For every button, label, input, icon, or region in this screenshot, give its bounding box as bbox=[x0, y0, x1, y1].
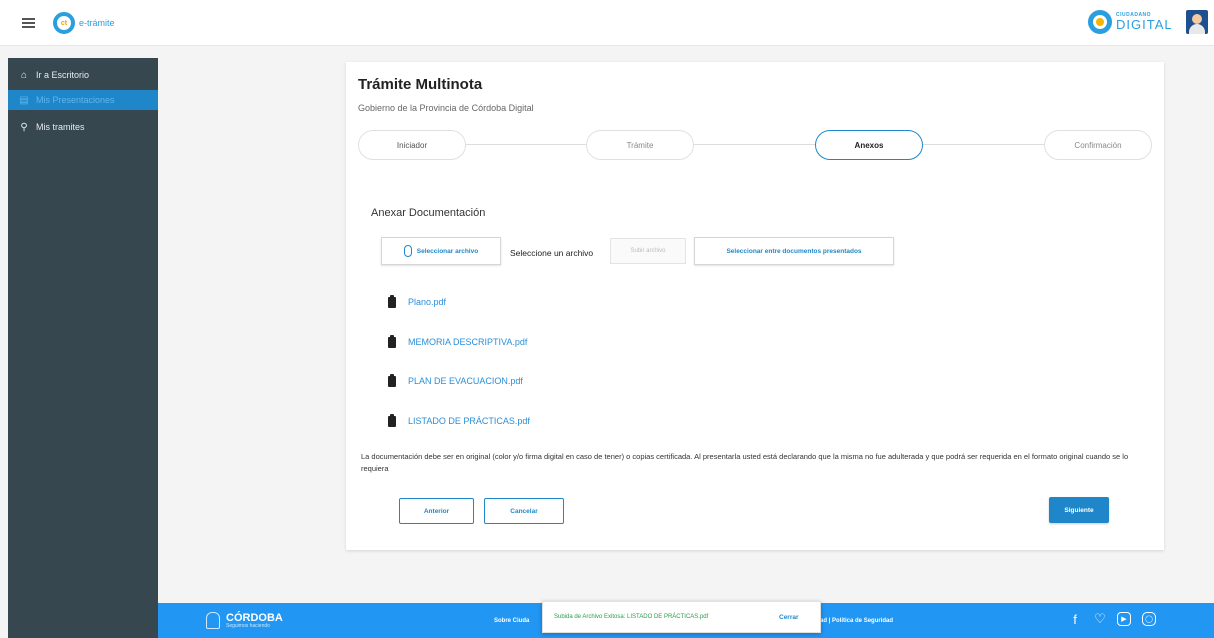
footer-link-about[interactable]: Sobre Ciuda bbox=[494, 618, 529, 624]
tramite-card: Trámite Multinota Gobierno de la Provinc… bbox=[346, 62, 1164, 550]
sidebar: ⌂ Ir a Escritorio ▤ Mis Presentaciones ⚲… bbox=[8, 58, 158, 638]
sidebar-item-presentaciones[interactable]: ▤ Mis Presentaciones bbox=[8, 90, 158, 110]
menu-icon[interactable] bbox=[22, 18, 35, 28]
footer-logo-title: CÓRDOBA bbox=[226, 611, 283, 624]
sidebar-item-label: Mis Presentaciones bbox=[36, 95, 115, 105]
snackbar-message: Subida de Archivo Exitosa: LISTADO DE PR… bbox=[554, 614, 709, 620]
select-file-button-label: Seleccionar archivo bbox=[416, 247, 479, 255]
footer-link-security[interactable]: ad | Política de Seguridad bbox=[820, 618, 893, 624]
brand-big-text: DIGITAL bbox=[1116, 17, 1173, 32]
sidebar-item-escritorio[interactable]: ⌂ Ir a Escritorio bbox=[8, 65, 158, 85]
upload-button[interactable]: Subir archivo bbox=[610, 238, 686, 264]
step-iniciador[interactable]: Iniciador bbox=[358, 130, 466, 160]
search-icon: ⚲ bbox=[20, 121, 28, 133]
list-item[interactable]: Plano.pdf bbox=[388, 294, 446, 310]
select-file-label: Seleccione un archivo bbox=[510, 248, 594, 258]
twitter-icon[interactable]: ♡ bbox=[1092, 611, 1108, 627]
list-item[interactable]: PLAN DE EVACUACION.pdf bbox=[388, 373, 523, 389]
file-link[interactable]: LISTADO DE PRÁCTICAS.pdf bbox=[408, 416, 530, 426]
ciudadano-digital-logo: CIUDADANO DIGITAL bbox=[1088, 10, 1173, 34]
facebook-icon[interactable]: f bbox=[1067, 611, 1083, 627]
instagram-icon[interactable]: ◯ bbox=[1142, 612, 1156, 626]
cordoba-logo-icon bbox=[206, 612, 220, 629]
step-anexos[interactable]: Anexos bbox=[815, 130, 923, 160]
file-icon bbox=[388, 294, 396, 308]
sidebar-item-label: Ir a Escritorio bbox=[36, 70, 90, 80]
paperclip-icon bbox=[403, 245, 412, 257]
list-item[interactable]: MEMORIA DESCRIPTIVA.pdf bbox=[388, 334, 527, 350]
app-logo-icon: ct bbox=[53, 12, 75, 34]
file-link[interactable]: Plano.pdf bbox=[408, 297, 446, 307]
page-title: Trámite Multinota bbox=[358, 76, 483, 93]
stepper-line bbox=[378, 144, 1132, 145]
stepper: Iniciador Trámite Anexos Confirmación bbox=[358, 130, 1152, 160]
cordoba-logo[interactable]: CÓRDOBA Seguimos haciendo bbox=[206, 612, 283, 629]
app-logo[interactable]: ct e-trámite bbox=[53, 12, 115, 34]
documentation-notice: La documentación debe ser en original (c… bbox=[361, 452, 1129, 473]
next-button[interactable]: Siguiente bbox=[1049, 497, 1109, 523]
file-link[interactable]: MEMORIA DESCRIPTIVA.pdf bbox=[408, 337, 527, 347]
youtube-icon[interactable]: ▶ bbox=[1117, 612, 1131, 626]
footer-logo-subtitle: Seguimos haciendo bbox=[226, 622, 270, 629]
snackbar-close-button[interactable]: Cerrar bbox=[779, 614, 799, 621]
select-presented-button[interactable]: Seleccionar entre documentos presentados bbox=[694, 237, 894, 265]
user-avatar[interactable] bbox=[1186, 10, 1208, 34]
file-icon bbox=[388, 334, 396, 348]
step-confirmacion[interactable]: Confirmación bbox=[1044, 130, 1152, 160]
back-button[interactable]: Anterior bbox=[399, 498, 474, 524]
ciudadano-digital-icon bbox=[1088, 10, 1112, 34]
step-tramite[interactable]: Trámite bbox=[586, 130, 694, 160]
top-bar: ct e-trámite CIUDADANO DIGITAL bbox=[0, 0, 1214, 46]
document-icon: ▤ bbox=[19, 94, 29, 106]
page-subtitle: Gobierno de la Provincia de Córdoba Digi… bbox=[358, 103, 534, 113]
upload-snackbar: Subida de Archivo Exitosa: LISTADO DE PR… bbox=[542, 601, 821, 633]
app-logo-text: e-trámite bbox=[79, 18, 115, 28]
sidebar-item-tramites[interactable]: ⚲ Mis tramites bbox=[8, 117, 158, 137]
file-icon bbox=[388, 373, 396, 387]
cancel-button[interactable]: Cancelar bbox=[484, 498, 564, 524]
section-title: Anexar Documentación bbox=[371, 207, 486, 219]
list-item[interactable]: LISTADO DE PRÁCTICAS.pdf bbox=[388, 413, 530, 429]
select-file-button[interactable]: Seleccionar archivo bbox=[381, 237, 501, 265]
file-link[interactable]: PLAN DE EVACUACION.pdf bbox=[408, 376, 523, 386]
home-icon: ⌂ bbox=[20, 69, 28, 81]
file-icon bbox=[388, 413, 396, 427]
sidebar-item-label: Mis tramites bbox=[36, 122, 85, 132]
